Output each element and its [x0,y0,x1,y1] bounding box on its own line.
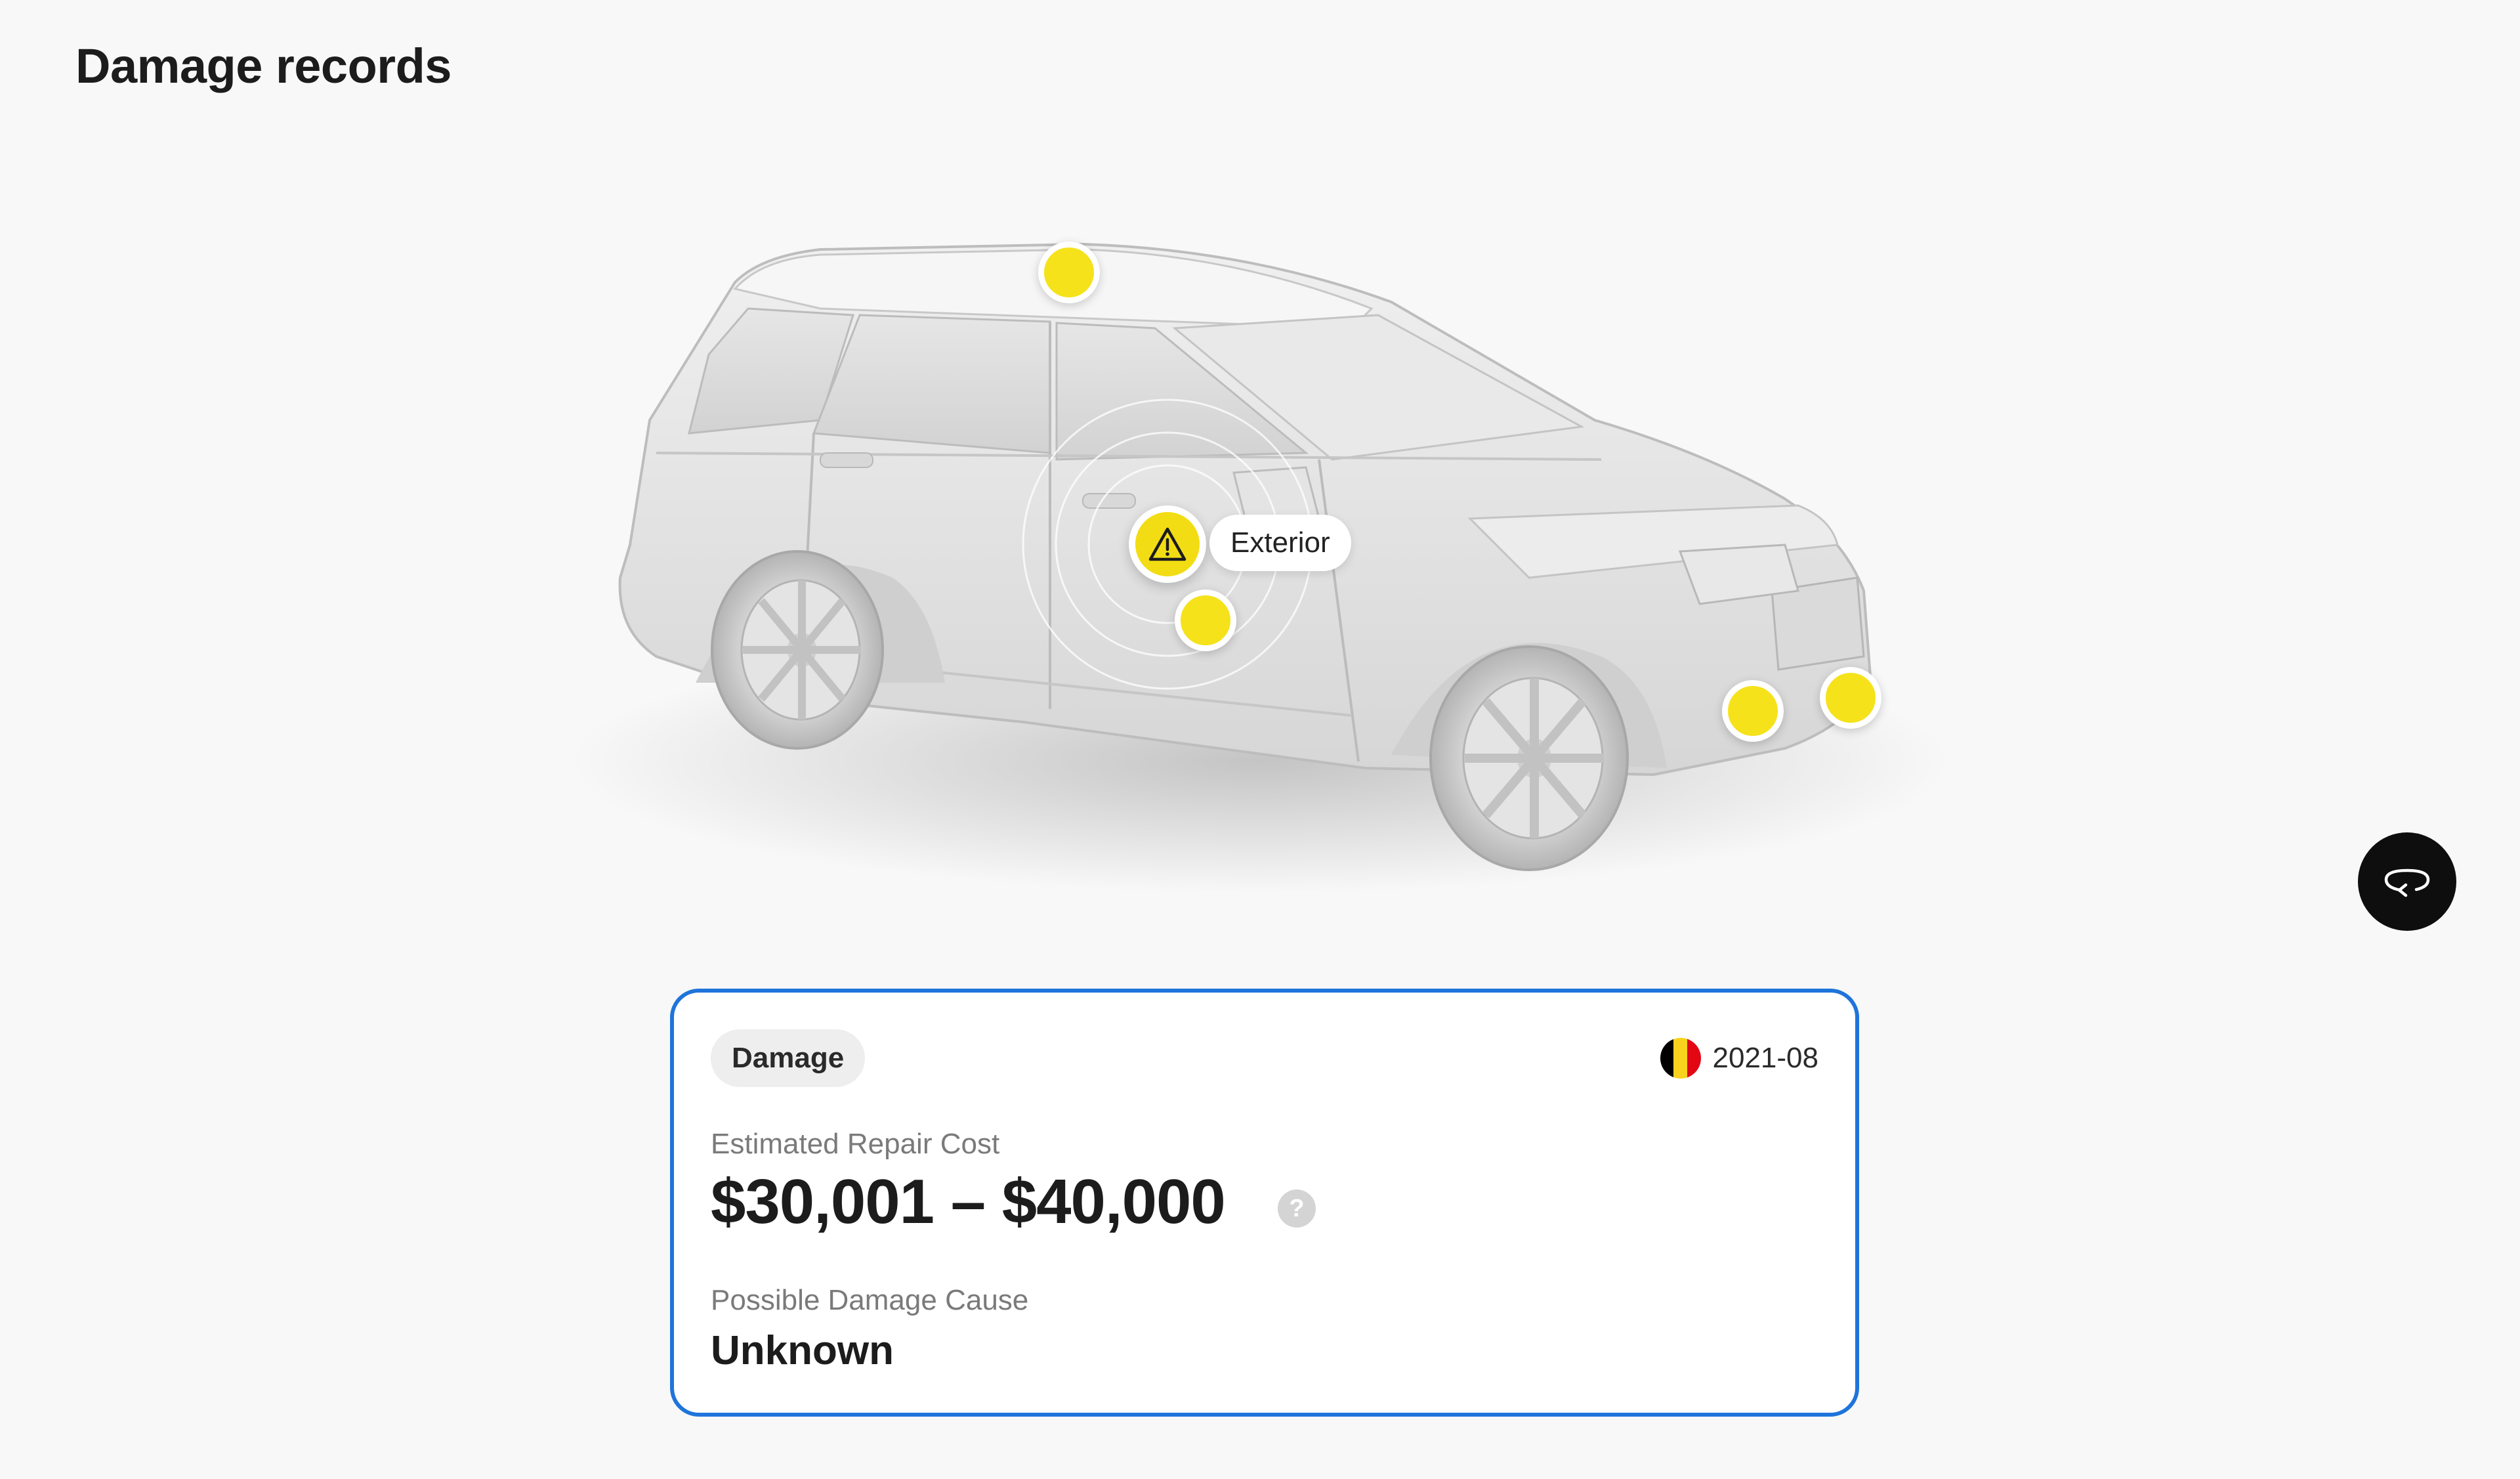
warning-icon [1148,527,1186,561]
record-type-badge: Damage [711,1029,866,1087]
car-illustration [571,242,1949,893]
rear-door-handle [820,452,873,468]
help-icon[interactable]: ? [1278,1190,1316,1228]
belgium-flag-icon [1660,1038,1701,1079]
record-date: 2021-08 [1660,1037,1818,1079]
repair-cost-value: $30,001 – $40,000 [711,1167,1226,1237]
area-label: Exterior [1209,515,1351,571]
repair-cost-label: Estimated Repair Cost [711,1128,1000,1160]
record-date-text: 2021-08 [1712,1042,1818,1074]
damage-cause-value: Unknown [711,1328,894,1373]
rotate-360-icon [2384,868,2430,897]
hotspot-roof[interactable] [1038,242,1100,303]
front-wheel [1429,645,1629,871]
hotspot-front-bumper-right[interactable] [1820,667,1881,729]
damage-cause-label: Possible Damage Cause [711,1284,1029,1316]
rear-wheel [711,550,884,750]
hotspot-front-bumper-left[interactable] [1722,680,1784,742]
damage-record-card[interactable]: Damage 2021-08 Estimated Repair Cost $30… [670,989,1859,1417]
rotate-360-button[interactable] [2358,832,2456,931]
active-damage-hotspot[interactable] [1129,505,1206,583]
front-door-handle [1082,493,1136,509]
hotspot-door[interactable] [1175,589,1236,651]
